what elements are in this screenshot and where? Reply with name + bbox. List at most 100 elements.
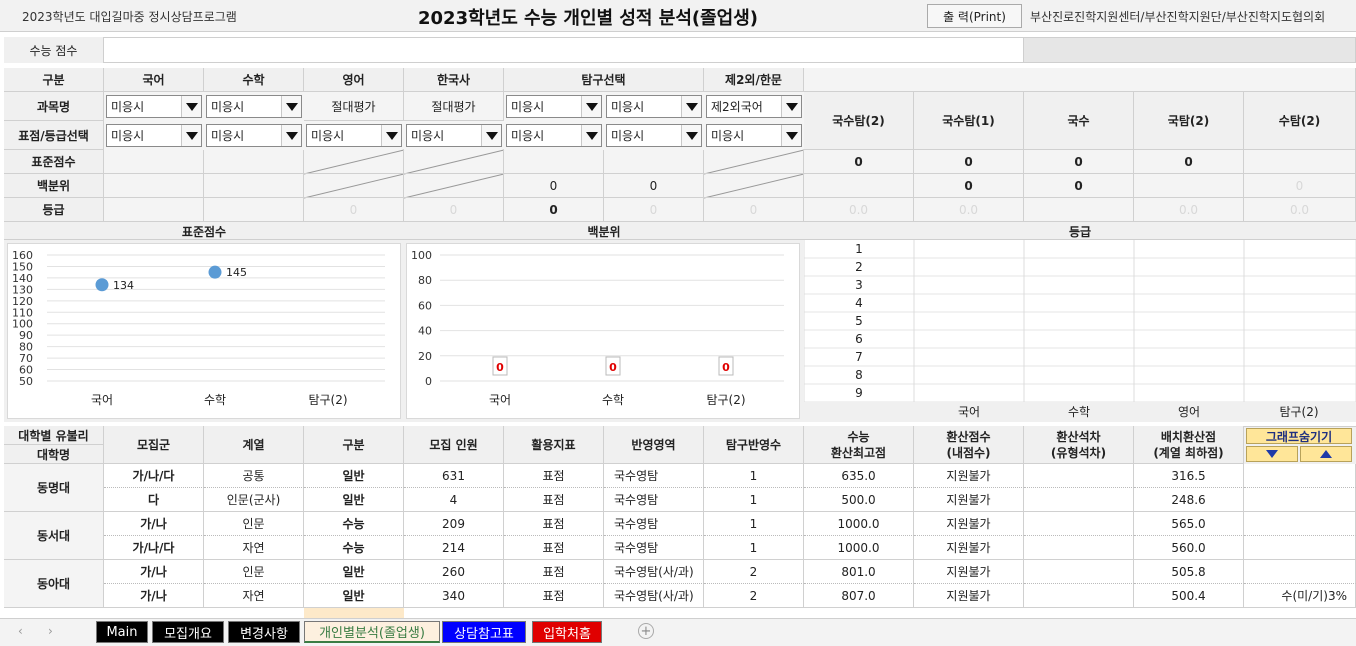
history-std — [404, 150, 504, 174]
table-cell-inq: 2 — [704, 584, 804, 608]
table-cell-rank — [1024, 560, 1134, 584]
table-cell-type: 수능 — [304, 512, 404, 536]
inquiry2-pct: 0 — [604, 174, 704, 198]
table-cell-area: 국수영탐 — [604, 536, 704, 560]
table-cell-place: 560.0 — [1134, 536, 1244, 560]
scroll-down-button[interactable] — [1246, 446, 1298, 462]
table-cell-group: 가/나 — [104, 584, 204, 608]
table-cell-area: 국수영탐(사/과) — [604, 584, 704, 608]
table-cell-type: 일반 — [304, 560, 404, 584]
th-max-1: 수능 — [847, 429, 870, 444]
std-data-point — [95, 278, 109, 292]
th-type: 구분 — [304, 426, 404, 464]
table-cell-conv: 지원불가 — [914, 560, 1024, 584]
std-data-point — [208, 265, 222, 279]
th-place-1: 배치환산점 — [1160, 429, 1217, 444]
th-conv-1: 환산점수 — [946, 429, 991, 444]
table-cell-conv: 지원불가 — [914, 584, 1024, 608]
table-cell-max: 807.0 — [804, 584, 914, 608]
combo-std: 0 — [1134, 150, 1244, 174]
tab-counsel-reference[interactable]: 상담참고표 — [442, 621, 526, 643]
add-sheet-icon[interactable]: + — [638, 623, 654, 639]
tab-overview[interactable]: 모집개요 — [152, 621, 224, 643]
th-rank-1: 환산석차 — [1056, 429, 1101, 444]
table-cell-note — [1244, 464, 1356, 488]
table-cell-inq: 1 — [704, 536, 804, 560]
scroll-up-button[interactable] — [1300, 446, 1352, 462]
th-rank: 환산석차 (유형석차) — [1024, 426, 1134, 464]
tab-main[interactable]: Main — [96, 621, 148, 643]
history-pct — [404, 174, 504, 198]
table-cell-track: 인문 — [204, 512, 304, 536]
english-std — [304, 150, 404, 174]
table-univ-name[interactable]: 동명대 — [4, 464, 104, 512]
table-cell-max: 1000.0 — [804, 512, 914, 536]
table-cell-note — [1244, 536, 1356, 560]
table-cell-max: 801.0 — [804, 560, 914, 584]
second-pct — [704, 174, 804, 198]
table-cell-place: 316.5 — [1134, 464, 1244, 488]
table-cell-track: 공통 — [204, 464, 304, 488]
pct-y-tick: 40 — [418, 325, 432, 338]
graph-hide-button[interactable]: 그래프숨기기 — [1246, 428, 1352, 444]
history-grade: 0 — [404, 198, 504, 222]
combo-std — [1244, 150, 1356, 174]
combo-pct — [1134, 174, 1244, 198]
table-cell-note — [1244, 512, 1356, 536]
combo-header: 국수탐(2) — [804, 92, 914, 150]
table-cell-index: 표점 — [504, 464, 604, 488]
inquiry2-std — [604, 150, 704, 174]
table-cell-quota: 631 — [404, 464, 504, 488]
th-rank-2: (유형석차) — [1050, 445, 1107, 460]
grade-y-tick: 5 — [855, 314, 863, 328]
tab-admissions-home[interactable]: 입학처홈 — [532, 621, 602, 643]
table-cell-quota: 209 — [404, 512, 504, 536]
combo-std: 0 — [914, 150, 1024, 174]
std-x-label: 수학 — [204, 393, 226, 407]
pct-y-tick: 0 — [425, 375, 432, 388]
combo-grade: 0.0 — [914, 198, 1024, 222]
th-track: 계열 — [204, 426, 304, 464]
tab-changes[interactable]: 변경사항 — [228, 621, 300, 643]
grade-y-tick: 1 — [855, 242, 863, 256]
std-x-label: 국어 — [91, 393, 113, 407]
table-cell-area: 국수영탐 — [604, 488, 704, 512]
table-cell-group: 가/나/다 — [104, 536, 204, 560]
table-cell-track: 자연 — [204, 536, 304, 560]
combo-pct: 0 — [1244, 174, 1356, 198]
pct-data-label: 0 — [722, 361, 730, 374]
table-univ-name[interactable]: 동서대 — [4, 512, 104, 560]
english-pct — [304, 174, 404, 198]
tab-scroll-right-icon[interactable]: › — [48, 624, 53, 638]
table-cell-conv: 지원불가 — [914, 464, 1024, 488]
table-cell-index: 표점 — [504, 584, 604, 608]
table-cell-inq: 1 — [704, 488, 804, 512]
table-cell-note — [1244, 560, 1356, 584]
tab-scroll-left-icon[interactable]: ‹ — [18, 624, 23, 638]
table-cell-inq: 1 — [704, 464, 804, 488]
th-univ: 대학명 — [4, 445, 104, 464]
table-cell-rank — [1024, 464, 1134, 488]
combo-std: 0 — [1024, 150, 1134, 174]
th-place-2: (계열 최하점) — [1153, 445, 1224, 460]
table-cell-quota: 260 — [404, 560, 504, 584]
triangle-up-icon — [1320, 450, 1332, 458]
tab-individual-analysis[interactable]: 개인별분석(졸업생) — [304, 621, 440, 643]
grade-y-tick: 4 — [855, 296, 863, 310]
std-y-tick: 50 — [19, 375, 33, 388]
table-cell-place: 565.0 — [1134, 512, 1244, 536]
grade-y-tick: 6 — [855, 332, 863, 346]
inquiry1-std — [504, 150, 604, 174]
pct-x-label: 국어 — [489, 393, 511, 407]
std-score-chart: 1601501401301201101009080706050국어 수학 탐구(2)… — [12, 249, 385, 407]
th-index: 활용지표 — [504, 426, 604, 464]
combo-grade: 0.0 — [1244, 198, 1356, 222]
th-area: 반영영역 — [604, 426, 704, 464]
table-cell-type: 일반 — [304, 584, 404, 608]
combo-pct: 0 — [914, 174, 1024, 198]
table-cell-note — [1244, 488, 1356, 512]
second-grade: 0 — [704, 198, 804, 222]
table-univ-name[interactable]: 동아대 — [4, 560, 104, 608]
english-grade: 0 — [304, 198, 404, 222]
th-conv-2: (내점수) — [946, 445, 991, 460]
